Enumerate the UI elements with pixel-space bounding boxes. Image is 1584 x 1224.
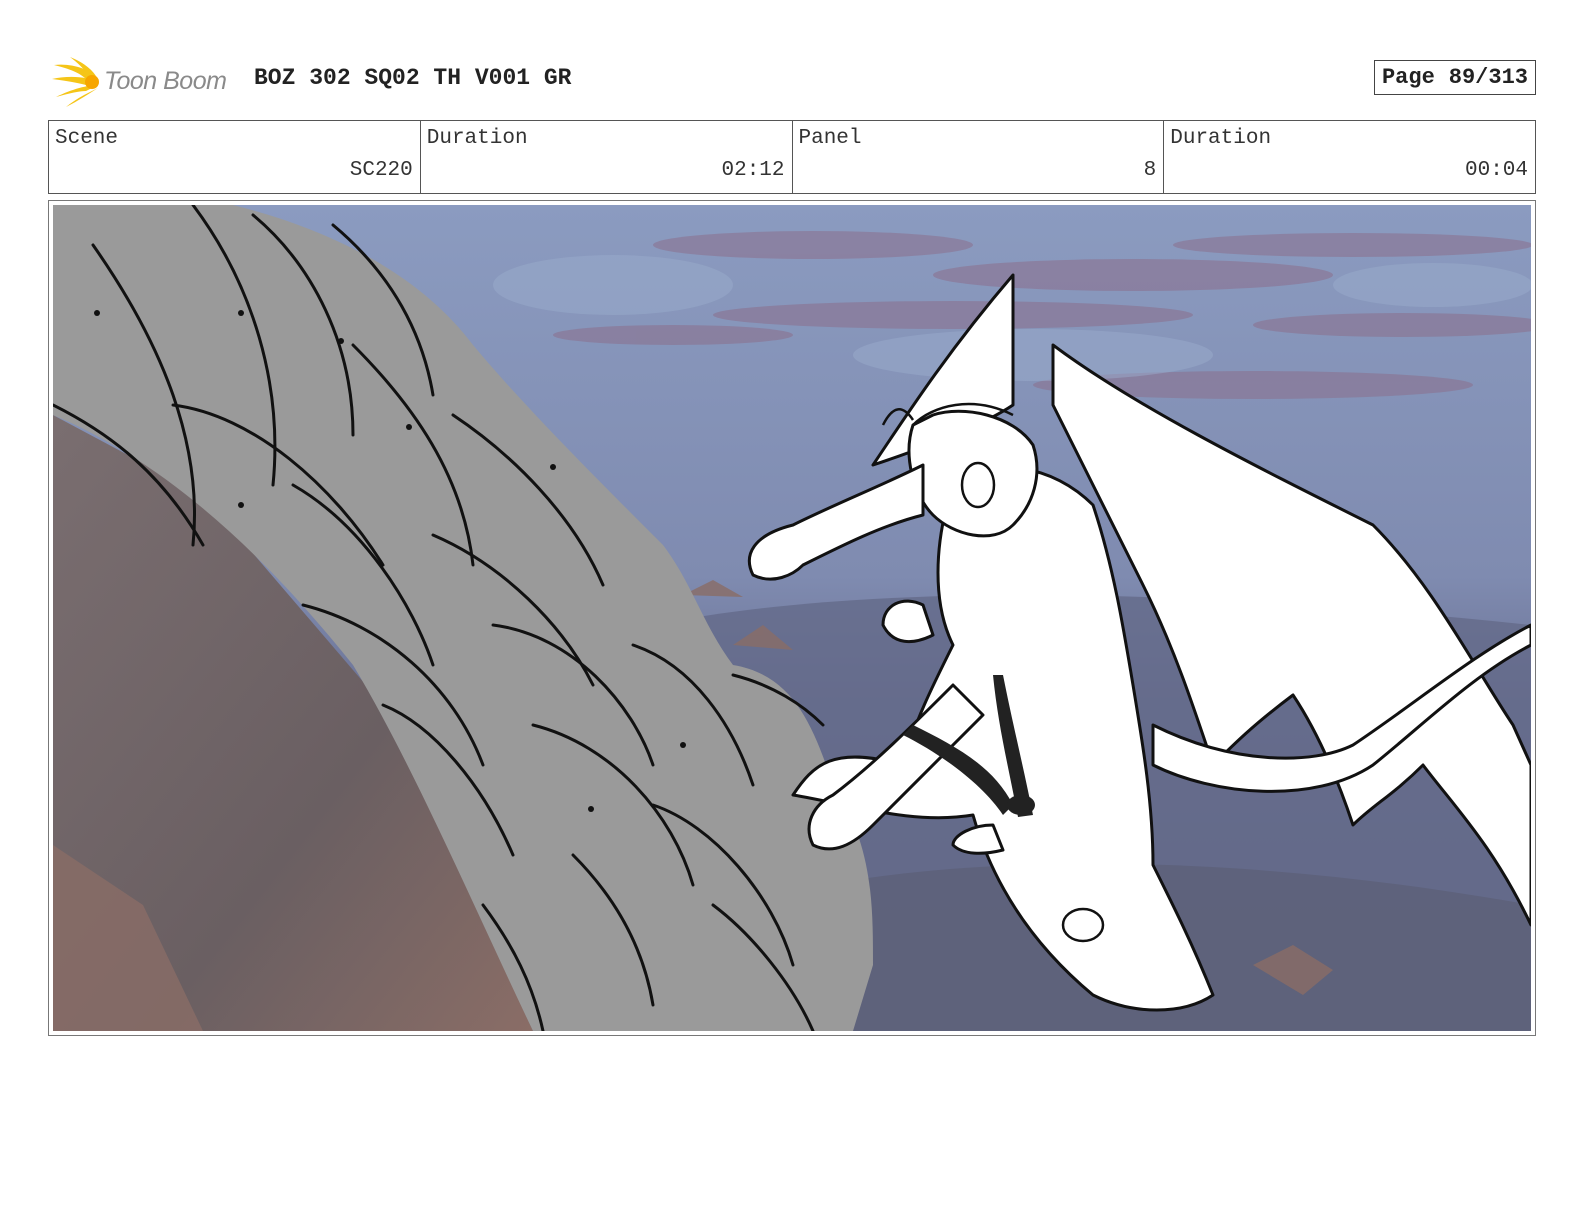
page-indicator: Page 89/313 xyxy=(1373,60,1536,95)
storyboard-header: Toon Boom BOZ 302 SQ02 TH V001 GR Page 89… xyxy=(50,55,1536,107)
scene-cell: Scene SC220 xyxy=(49,121,421,193)
panel-info-table: Scene SC220 Duration 02:12 Panel 8 Durat… xyxy=(48,120,1536,194)
storyboard-panel xyxy=(48,200,1536,1036)
sun-burst-icon xyxy=(52,57,99,107)
panel-duration-value: 00:04 xyxy=(1464,159,1528,182)
page-label: Page xyxy=(1381,65,1435,90)
panel-label: Panel xyxy=(798,127,862,150)
scene-duration-cell: Duration 02:12 xyxy=(421,121,793,193)
scene-duration-label: Duration xyxy=(426,127,528,150)
page-number: 89/313 xyxy=(1448,65,1528,90)
logo-text: Toon Boom xyxy=(104,67,227,95)
panel-cell: Panel 8 xyxy=(793,121,1165,193)
scene-label: Scene xyxy=(55,127,119,150)
scene-value: SC220 xyxy=(349,159,413,182)
panel-artwork xyxy=(53,205,1531,1031)
panel-value: 8 xyxy=(1143,159,1157,182)
toon-boom-logo: Toon Boom xyxy=(52,57,242,107)
panel-duration-label: Duration xyxy=(1170,127,1272,150)
panel-duration-cell: Duration 00:04 xyxy=(1164,121,1535,193)
scene-duration-value: 02:12 xyxy=(721,159,785,182)
document-title: BOZ 302 SQ02 TH V001 GR xyxy=(254,65,572,91)
